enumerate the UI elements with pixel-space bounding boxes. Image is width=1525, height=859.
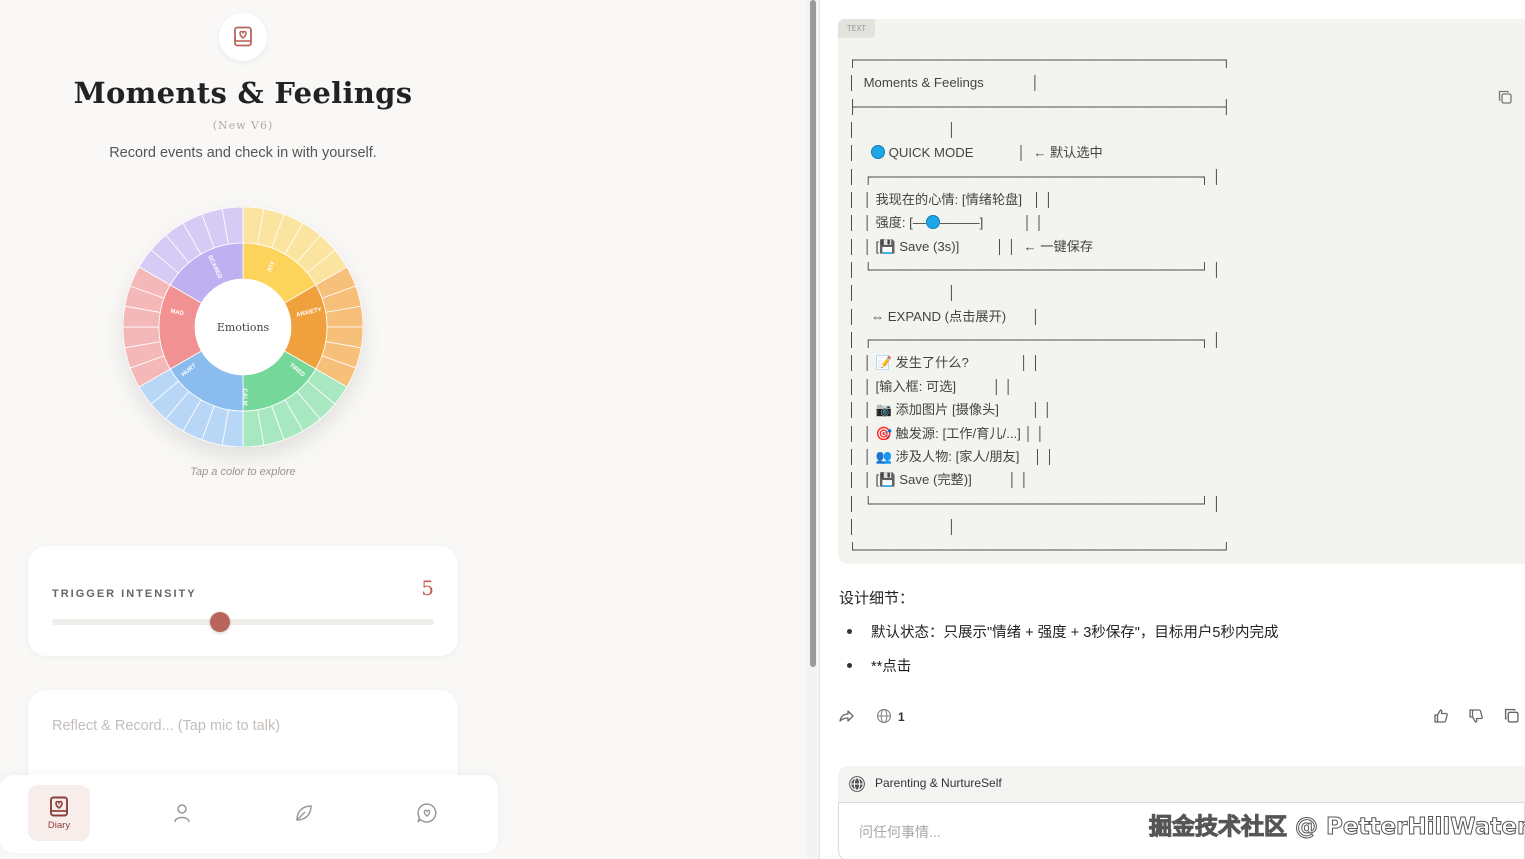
intensity-slider[interactable] (52, 612, 434, 632)
context-label: Parenting & NurtureSelf (875, 776, 1002, 790)
heart-book-icon (234, 26, 252, 47)
scrollbar-thumb[interactable] (810, 0, 816, 667)
wheel-hint: Tap a color to explore (190, 466, 296, 478)
thumbs-up-button[interactable] (1433, 708, 1449, 728)
copy-icon (1504, 708, 1519, 723)
globe-icon (849, 776, 865, 792)
list-item-text: **点击 (871, 659, 912, 675)
copy-message-button[interactable] (1504, 708, 1519, 727)
blue-circle-icon (870, 145, 885, 160)
chat-composer[interactable]: 问任何事情... 掘金技术社区 @ PetterHillWater (838, 802, 1525, 859)
app-subtitle: Record events and check in with yourself… (109, 145, 377, 161)
nav-item-profile[interactable] (151, 785, 213, 841)
copy-code-button[interactable] (1498, 89, 1512, 108)
thumbs-up-icon (1434, 709, 1448, 723)
code-line: │ ┌───────────────────────────────────┐ … (848, 332, 1222, 348)
code-line: ┌───────────────────────────────────────… (848, 52, 1232, 67)
intensity-label: TRIGGER INTENSITY (52, 588, 197, 600)
code-line: │ │ 👥 涉及人物: [家人/朋友] │ │ (848, 448, 1055, 464)
nav-label-diary: Diary (47, 819, 71, 831)
code-language-tag: TEXT (838, 19, 875, 38)
note-input[interactable]: Reflect & Record... (Tap mic to talk) (52, 718, 280, 734)
code-line: │ │ 强度: [— ———] │ │ (848, 215, 1044, 231)
code-line: │ │ [💾 Save (3s)] │ │ ← 一键保存 (848, 238, 1094, 254)
message-actions: 1 (838, 708, 1525, 730)
code-line: │ │ 📝 发生了什么? │ │ (848, 355, 1041, 371)
list-item: 默认状态：只展示"情绪 + 强度 + 3秒保存"，目标用户5秒内完成 (847, 621, 1278, 642)
app-preview: Moments & Feelings (New V6) Record event… (0, 0, 806, 859)
globe-icon (876, 708, 892, 724)
emotion-wheel-graphic[interactable]: JOYANXIETYTIREDCALMHURTMADSCAREDEmotions (123, 207, 363, 447)
watermark: 掘金技术社区 @ PetterHillWater (1148, 814, 1525, 841)
diary-icon (50, 796, 68, 816)
chat-heart-icon (417, 803, 437, 823)
wheel-inner-label: CALM (241, 388, 247, 405)
code-content: ┌───────────────────────────────────────… (848, 48, 1231, 562)
intensity-value: 5 (421, 576, 434, 600)
code-line: │ │ 📷 添加图片 [摄像头] │ │ (848, 402, 1052, 418)
code-line: │ │ [输入框: 可选] │ │ (848, 378, 1013, 394)
thumbs-down-button[interactable] (1468, 708, 1484, 728)
share-icon (839, 710, 854, 722)
code-line: ├───────────────────────────────────────… (848, 98, 1232, 114)
emotion-wheel[interactable]: JOY ANXIETY TIRED CALM HURT MAD SCARED Emotions (123, 207, 363, 447)
code-line: │ │ (848, 122, 957, 138)
blue-circle-icon (926, 215, 941, 230)
bullet-icon (847, 629, 852, 634)
code-line: │ QUICK MODE │ ← 默认选中 (848, 145, 1103, 161)
nav-item-chat[interactable] (396, 785, 458, 841)
code-line: │ │ 🎯 触发源: [工作/育儿/...] │ │ (848, 425, 1045, 441)
code-line: │ └───────────────────────────────────┘ … (848, 262, 1222, 278)
composer-context-bar[interactable]: Parenting & NurtureSelf (838, 766, 1525, 802)
chat-input[interactable]: 问任何事情... (859, 822, 941, 842)
leaf-icon (296, 805, 312, 821)
intensity-card: TRIGGER INTENSITY 5 (28, 546, 458, 656)
list-item-text: 默认状态：只展示"情绪 + 强度 + 3秒保存"，目标用户5秒内完成 (871, 625, 1279, 641)
thumbs-down-icon (1469, 709, 1483, 723)
app-logo (219, 13, 267, 61)
chat-pane: TEXT ┌──────────────────────────────────… (821, 0, 1525, 859)
intensity-slider-thumb[interactable] (210, 612, 231, 632)
code-line: │ │ (848, 518, 957, 534)
nav-item-diary[interactable]: Diary (28, 785, 90, 841)
scrollbar[interactable] (806, 0, 820, 859)
design-details-heading: 设计细节： (839, 590, 915, 607)
code-line: │ Moments & Feelings │ (848, 75, 1040, 91)
nav-item-growth[interactable] (273, 785, 335, 841)
app-title: Moments & Feelings (73, 76, 413, 110)
code-line: │ ┌───────────────────────────────────┐ … (848, 168, 1222, 184)
code-line: │ └───────────────────────────────────┘ … (848, 495, 1222, 511)
code-block: TEXT ┌──────────────────────────────────… (838, 19, 1525, 564)
copy-icon (1498, 90, 1512, 104)
code-line: └───────────────────────────────────────… (848, 542, 1232, 558)
share-button[interactable] (838, 708, 854, 728)
profile-icon (174, 804, 190, 823)
app-version: (New V6) (212, 119, 274, 132)
bullet-icon (847, 663, 852, 668)
code-line: │ ⇔ EXPAND (点击展开) │ (848, 308, 1041, 324)
sources-count: 1 (898, 710, 905, 724)
wheel-center-label: Emotions (217, 321, 270, 334)
code-line: │ │ (848, 285, 957, 301)
sources-button[interactable] (876, 708, 892, 728)
code-line: │ │ 我现在的心情: [情绪轮盘] │ │ (848, 192, 1054, 208)
list-item: **点击 (847, 655, 911, 676)
code-line: │ │ [💾 Save (完整)] │ │ (848, 472, 1029, 488)
bottom-nav: Diary (0, 775, 498, 853)
